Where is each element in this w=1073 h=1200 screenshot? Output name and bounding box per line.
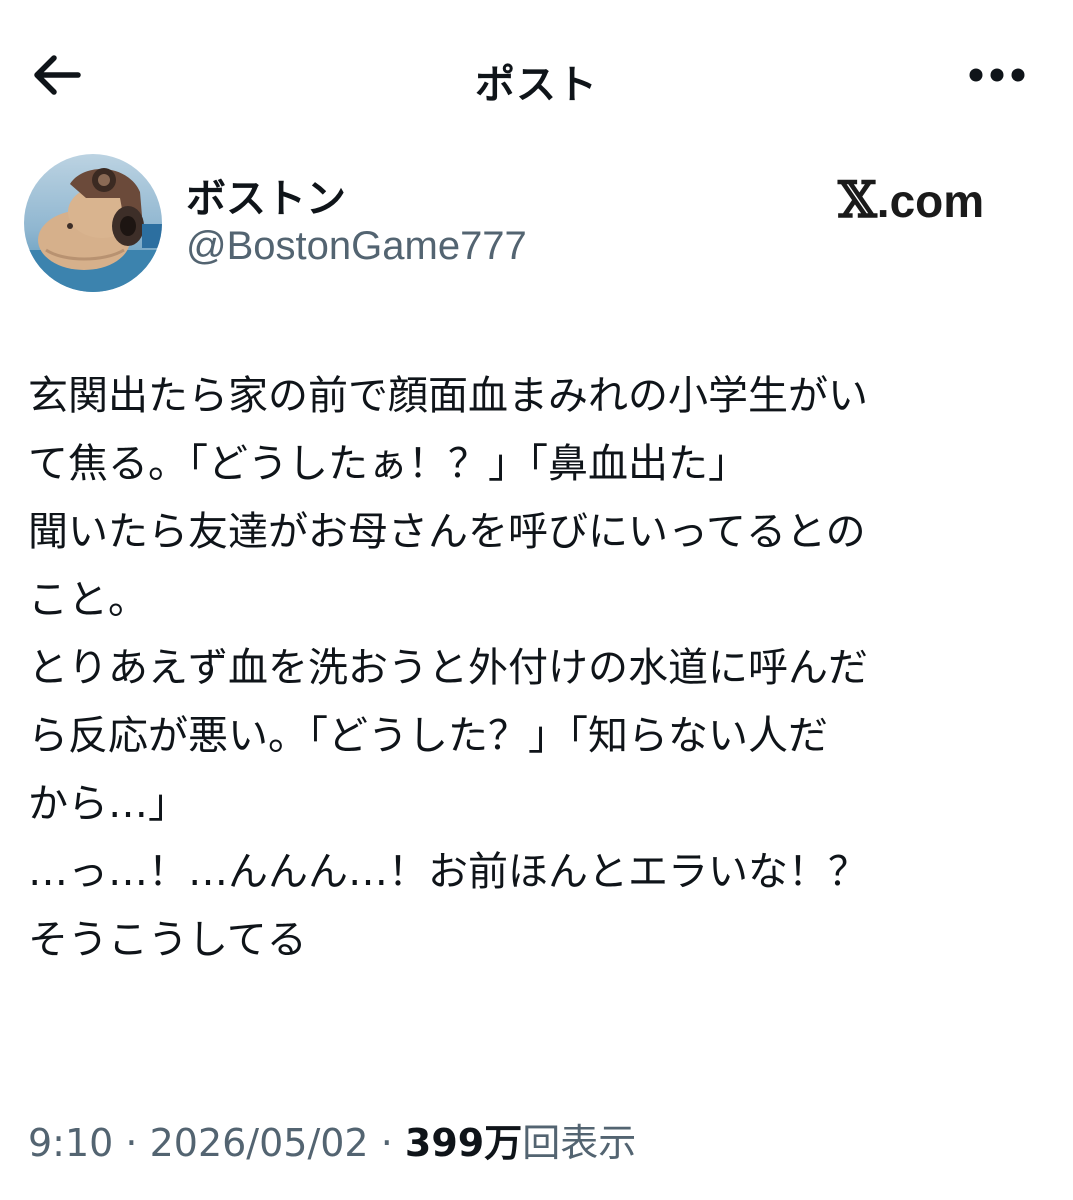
post-text-line: ら反応が悪い。「どうした？」「知らない人だ (28, 713, 828, 759)
top-navigation-bar: ポスト (0, 0, 1073, 150)
views-label: 回表示 (522, 1121, 637, 1165)
view-count-unit: 万 (484, 1121, 523, 1165)
avatar-image (24, 154, 162, 292)
author-display-name[interactable]: ボストン (186, 166, 346, 224)
post-text-line: そうこうしてる (28, 917, 307, 963)
x-logo-icon: 𝕏 (838, 170, 877, 229)
post-text-line: 玄関出たら家の前で顔面血まみれの小学生がい (28, 373, 868, 419)
post-text-line: こと。 (28, 577, 148, 623)
post-text: 玄関出たら家の前で顔面血まみれの小学生がい て焦る。「どうしたぁ！？」「鼻血出た… (28, 362, 1058, 974)
author-avatar[interactable] (24, 154, 162, 292)
more-options-button[interactable] (966, 58, 1028, 92)
post-text-line: から…」 (28, 781, 188, 827)
watermark-text: .com (876, 175, 985, 227)
post-metadata: 9:10 · 2026/05/02 · 399万回表示 (28, 1112, 636, 1167)
author-handle[interactable]: @BostonGame777 (186, 224, 527, 269)
page-title: ポスト (475, 62, 598, 108)
x-com-watermark: 𝕏.com (838, 170, 984, 229)
post-text-line: …っ…！…んんん…！お前ほんとエラいな！？ (28, 849, 868, 895)
meta-separator: · (113, 1121, 150, 1165)
more-horizontal-icon (969, 68, 1025, 82)
post-text-line: とりあえず血を洗おうと外付けの水道に呼んだ (28, 645, 868, 691)
view-count: 399 (404, 1121, 485, 1165)
meta-separator: · (368, 1121, 405, 1165)
post-text-line: 聞いたら友達がお母さんを呼びにいってるとの (28, 509, 866, 555)
post-time[interactable]: 9:10 (28, 1121, 113, 1165)
post-text-line: て焦る。「どうしたぁ！？」「鼻血出た」 (28, 441, 748, 487)
post-date[interactable]: 2026/05/02 (150, 1121, 369, 1165)
